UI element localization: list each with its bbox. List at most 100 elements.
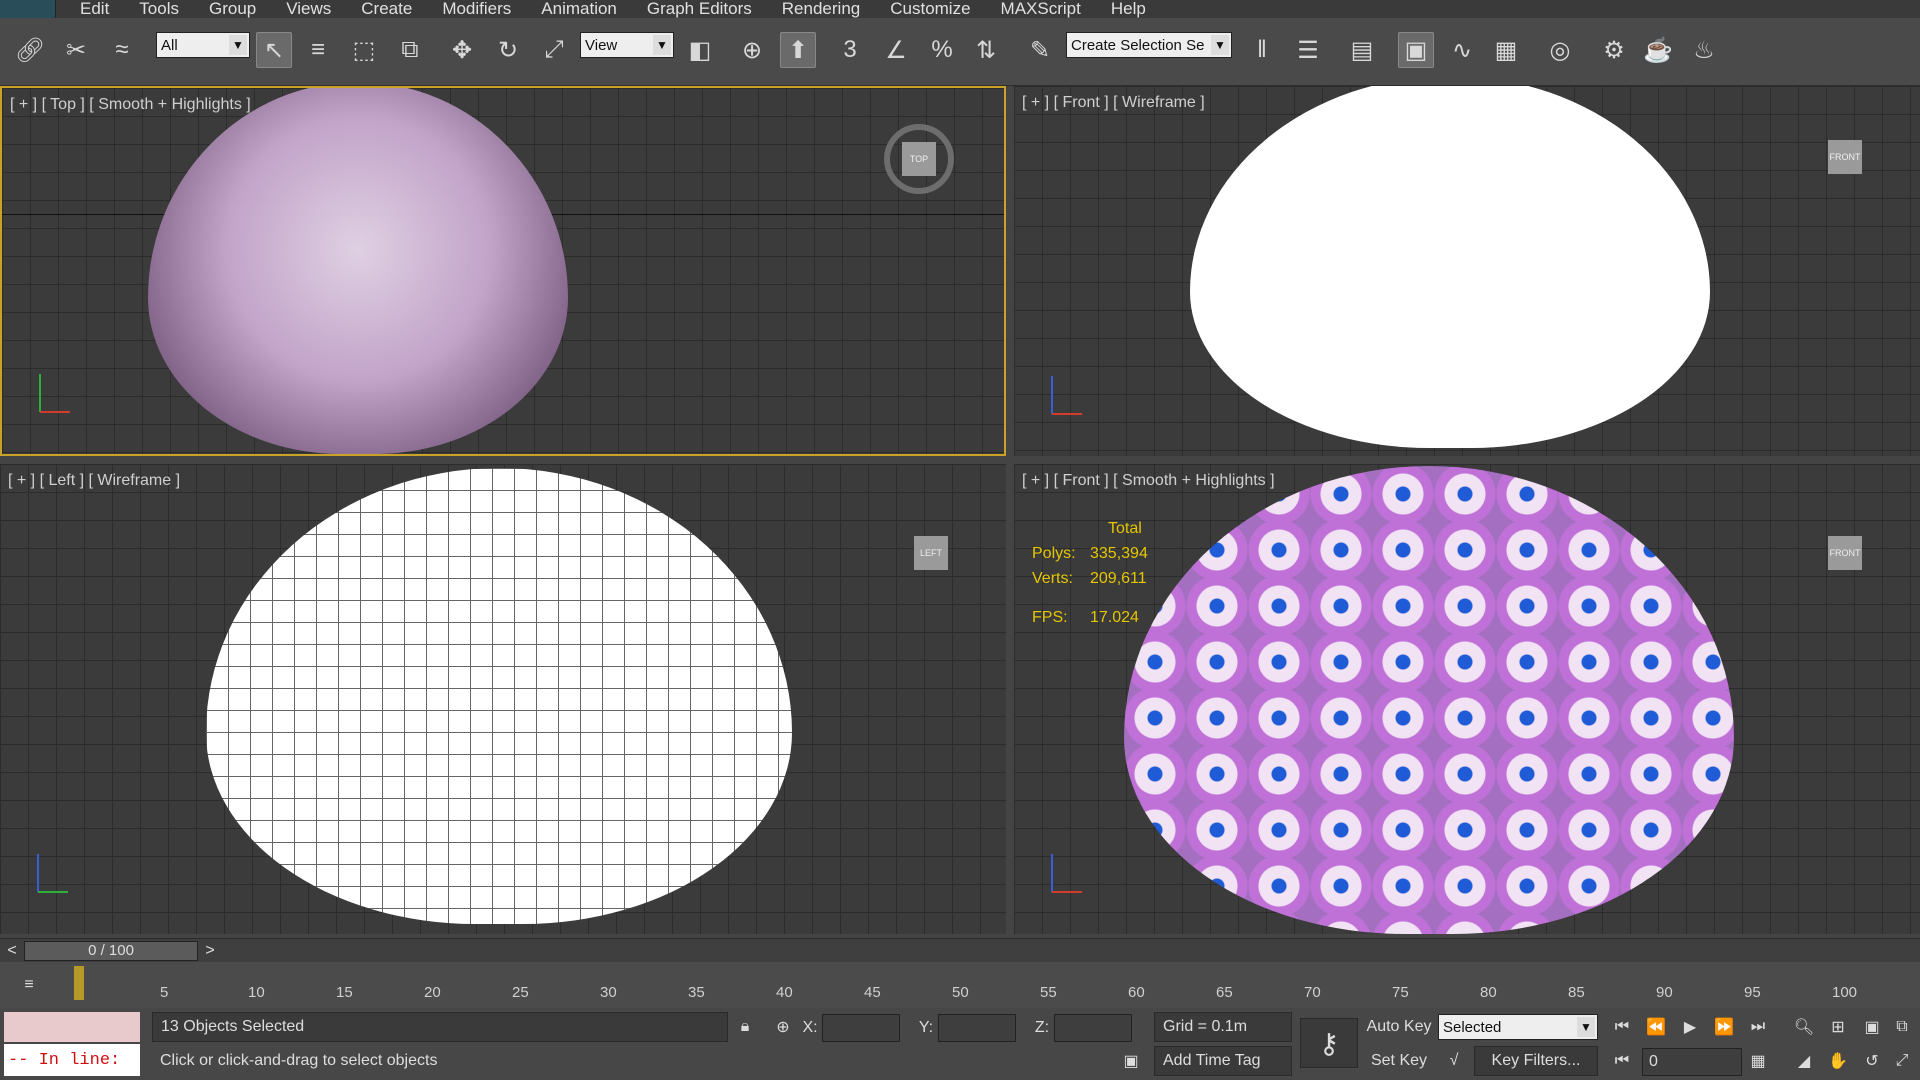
zoom-icon[interactable]: 🔍︎ xyxy=(1790,1014,1818,1040)
keyboard-shortcut-override-icon[interactable]: ⬆ xyxy=(780,32,816,68)
default-in-out-tangent-icon[interactable]: √ xyxy=(1440,1048,1468,1074)
percent-snap-icon[interactable]: % xyxy=(924,32,960,68)
current-frame-field[interactable]: 0 xyxy=(1642,1048,1742,1076)
maxscript-listener-input[interactable]: -- In line: xyxy=(4,1044,140,1076)
named-selection-value: Create Selection Se xyxy=(1071,36,1205,54)
time-slider[interactable]: 0 / 100 xyxy=(24,941,198,961)
lock-icon[interactable]: 🔒︎ xyxy=(732,1014,758,1040)
maxscript-listener-pink[interactable] xyxy=(4,1012,140,1042)
ref-coord-dropdown[interactable]: View ▼ xyxy=(580,32,674,58)
menu-customize[interactable]: Customize xyxy=(890,0,970,18)
menu-create[interactable]: Create xyxy=(361,0,412,18)
viewport-top[interactable]: [ + ] [ Top ] [ Smooth + Highlights ] TO… xyxy=(0,86,1006,456)
menu-animation[interactable]: Animation xyxy=(541,0,617,18)
menu-group[interactable]: Group xyxy=(209,0,256,18)
menu-modifiers[interactable]: Modifiers xyxy=(442,0,511,18)
snaps-toggle-icon[interactable]: 3 xyxy=(832,32,868,68)
menu-tools[interactable]: Tools xyxy=(139,0,179,18)
manipulate-icon[interactable]: ⊕ xyxy=(734,32,770,68)
time-config-icon[interactable]: ▦ xyxy=(1744,1048,1772,1074)
menu-rendering[interactable]: Rendering xyxy=(782,0,860,18)
menu-edit[interactable]: Edit xyxy=(80,0,109,18)
edit-named-sel-icon[interactable]: ✎ xyxy=(1022,32,1058,68)
orbit-icon[interactable]: ↺ xyxy=(1858,1048,1886,1074)
next-key-icon[interactable]: ⏩ xyxy=(1710,1014,1738,1040)
flower-ball-wire-top[interactable] xyxy=(148,88,568,454)
curve-editor-icon[interactable]: ∿ xyxy=(1444,32,1480,68)
timeline-tick-label: 85 xyxy=(1568,984,1585,1001)
named-selection-dropdown[interactable]: Create Selection Se ▼ xyxy=(1066,32,1232,58)
spinner-snap-icon[interactable]: ⇅ xyxy=(968,32,1004,68)
zoom-all-icon[interactable]: ⊞ xyxy=(1824,1014,1852,1040)
zoom-extents-icon[interactable]: ▣ xyxy=(1858,1014,1886,1040)
menu-maxscript[interactable]: MAXScript xyxy=(1001,0,1081,18)
menu-help[interactable]: Help xyxy=(1111,0,1146,18)
pivot-icon[interactable]: ◧ xyxy=(682,32,718,68)
mirror-icon[interactable]: ‖ xyxy=(1244,32,1280,68)
scale-icon[interactable]: ⤢ xyxy=(536,32,572,68)
move-icon[interactable]: ✥ xyxy=(444,32,480,68)
viewcube[interactable]: FRONT xyxy=(1810,518,1880,588)
y-coord-field[interactable] xyxy=(938,1014,1016,1042)
prev-frame-icon[interactable]: < xyxy=(2,941,22,961)
viewport-front-shaded[interactable]: [ + ] [ Front ] [ Smooth + Highlights ] … xyxy=(1014,464,1920,934)
key-mode-toggle-icon[interactable]: ⏮ xyxy=(1608,1048,1636,1074)
window-crossing-icon[interactable]: ⧉ xyxy=(392,32,428,68)
rotate-icon[interactable]: ↻ xyxy=(490,32,526,68)
bind-space-warp-icon[interactable]: ≈ xyxy=(104,32,140,68)
viewport-front-wireframe[interactable]: [ + ] [ Front ] [ Wireframe ] FRONT xyxy=(1014,86,1920,456)
pan-hand-icon[interactable]: ✋ xyxy=(1824,1048,1852,1074)
go-to-start-icon[interactable]: ⏮ xyxy=(1608,1014,1636,1040)
flower-ball-wire-left[interactable] xyxy=(206,468,792,924)
track-bar[interactable]: ≡ 5 10 15 20 25 30 35 40 45 50 55 60 65 70 75 80 85 90 95 1… xyxy=(0,962,1920,1008)
transform-mode-icon[interactable]: ⊕ xyxy=(770,1014,796,1040)
previous-frame-icon[interactable]: ⏪ xyxy=(1642,1014,1670,1040)
viewport-label[interactable]: [ + ] [ Left ] [ Wireframe ] xyxy=(8,472,180,490)
menu-graph-editors[interactable]: Graph Editors xyxy=(647,0,752,18)
time-tag-icon[interactable]: ▣ xyxy=(1118,1048,1144,1074)
go-to-end-icon[interactable]: ⏭ xyxy=(1744,1014,1772,1040)
x-coord-field[interactable] xyxy=(822,1014,900,1042)
stats-verts-value: 209,611 xyxy=(1090,570,1147,587)
rendered-frame-icon[interactable]: ☕ xyxy=(1640,32,1676,68)
select-object-icon[interactable]: ↖ xyxy=(256,32,292,68)
key-filters-button[interactable]: Key Filters... xyxy=(1474,1046,1598,1076)
align-icon[interactable]: ☰ xyxy=(1290,32,1326,68)
zoom-extents-all-icon[interactable]: ⧉ xyxy=(1888,1014,1916,1040)
viewport-label[interactable]: [ + ] [ Front ] [ Smooth + Highlights ] xyxy=(1022,472,1275,490)
flower-ball-wire-front[interactable] xyxy=(1190,86,1710,448)
next-frame-icon[interactable]: > xyxy=(200,941,220,961)
viewcube[interactable]: LEFT xyxy=(896,518,966,588)
material-editor-icon[interactable]: ◎ xyxy=(1542,32,1578,68)
timeline-tick-label: 30 xyxy=(600,984,617,1001)
maximize-viewport-icon[interactable]: ⤢ xyxy=(1888,1048,1916,1074)
angle-snap-icon[interactable]: ∠ xyxy=(878,32,914,68)
viewcube[interactable]: FRONT xyxy=(1810,122,1880,192)
rect-region-icon[interactable]: ⬚ xyxy=(346,32,382,68)
key-icon[interactable]: ⚷ xyxy=(1300,1018,1358,1068)
scene-explorer-icon[interactable]: ▣ xyxy=(1398,32,1434,68)
render-setup-icon[interactable]: ⚙ xyxy=(1596,32,1632,68)
timeline-tick-label: 90 xyxy=(1656,984,1673,1001)
schematic-view-icon[interactable]: ▦ xyxy=(1488,32,1524,68)
viewport-label[interactable]: [ + ] [ Front ] [ Wireframe ] xyxy=(1022,94,1205,112)
render-icon[interactable]: ♨ xyxy=(1686,32,1722,68)
field-of-view-icon[interactable]: ◢ xyxy=(1790,1048,1818,1074)
selection-filter-dropdown[interactable]: All ▼ xyxy=(156,32,250,58)
add-time-tag-button[interactable]: Add Time Tag xyxy=(1154,1046,1292,1076)
unlink-icon[interactable]: ✂ xyxy=(58,32,94,68)
select-by-name-icon[interactable]: ≡ xyxy=(300,32,336,68)
set-key-button[interactable]: Set Key xyxy=(1364,1048,1434,1074)
play-icon[interactable]: ▶ xyxy=(1676,1014,1704,1040)
z-coord-field[interactable] xyxy=(1054,1014,1132,1042)
auto-key-button[interactable]: Auto Key xyxy=(1364,1014,1434,1040)
viewport-left-wireframe[interactable]: [ + ] [ Left ] [ Wireframe ] LEFT xyxy=(0,464,1006,934)
key-mode-dropdown[interactable]: Selected ▼ xyxy=(1438,1014,1598,1040)
app-logo[interactable] xyxy=(0,0,56,18)
flower-ball-render[interactable] xyxy=(1124,466,1734,934)
viewcube[interactable]: TOP xyxy=(884,124,954,194)
menu-views[interactable]: Views xyxy=(286,0,331,18)
layer-manager-icon[interactable]: ▤ xyxy=(1344,32,1380,68)
link-icon[interactable]: 🔗︎ xyxy=(12,32,48,68)
viewport-label[interactable]: [ + ] [ Top ] [ Smooth + Highlights ] xyxy=(10,96,251,114)
